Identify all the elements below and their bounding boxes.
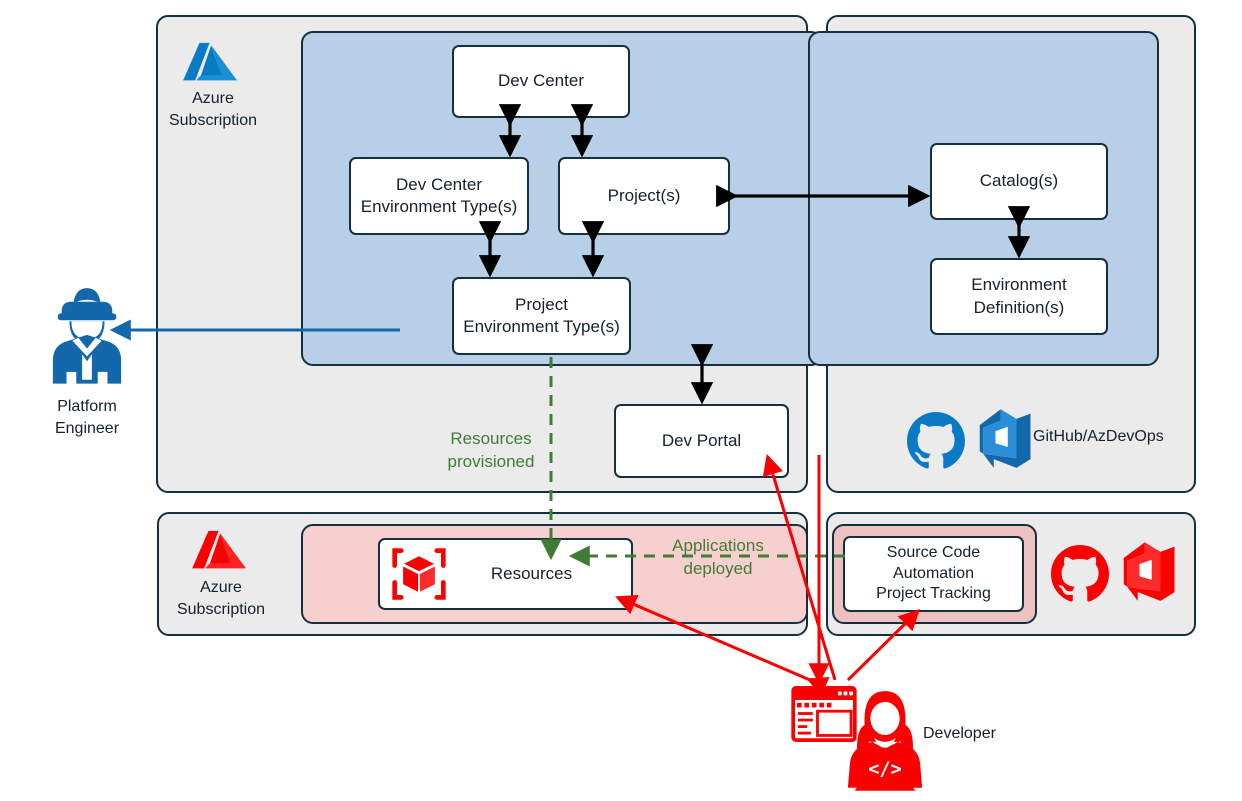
platform-engineer-label-line2: Engineer: [54, 419, 120, 437]
azure-logo-blue-icon: [181, 40, 243, 90]
resources-provisioned-label: Resources provisioned: [447, 429, 535, 471]
azure-resource-cube-icon: [389, 545, 449, 603]
azure-devops-icon-bottom: [1122, 541, 1178, 603]
node-source-code-automation-label: Source Code Automation Project Tracking: [876, 543, 991, 603]
node-environment-definitions-label: Environment Definition(s): [971, 275, 1067, 317]
applications-deployed-label: Applications deployed: [672, 536, 764, 578]
node-projects-label: Project(s): [607, 185, 681, 205]
node-project-environment-types[interactable]: Project Environment Type(s): [452, 277, 631, 355]
node-dev-center-label: Dev Center: [498, 71, 584, 91]
node-dev-portal[interactable]: Dev Portal: [614, 404, 789, 478]
platform-engineer-label-line1: Platform: [57, 398, 117, 415]
github-icon: [907, 412, 965, 470]
bottom-subscription-label: Azure Subscription: [158, 577, 284, 620]
node-resources-label: Resources: [490, 563, 573, 583]
node-dev-center-environment-types-label: Dev Center Environment Type(s): [360, 174, 518, 216]
node-dev-center[interactable]: Dev Center: [452, 45, 630, 118]
node-catalogs[interactable]: Catalog(s): [930, 143, 1108, 220]
developer-laptop-icon: </>: [843, 681, 927, 793]
engineer-hardhat-icon: [48, 276, 126, 384]
top-subscription-label: Azure Subscription: [150, 88, 276, 131]
azure-logo-red-icon: [190, 528, 252, 578]
node-catalogs-label: Catalog(s): [979, 171, 1059, 191]
svg-text:</>: </>: [868, 759, 902, 780]
bottom-subscription-label-line1: Azure: [200, 579, 242, 596]
node-environment-definitions[interactable]: Environment Definition(s): [930, 258, 1108, 335]
github-azdevops-label: GitHub/AzDevOps: [1033, 428, 1164, 445]
node-dev-portal-label: Dev Portal: [661, 430, 742, 450]
developer-label: Developer: [923, 725, 996, 742]
platform-engineer-label: Platform Engineer: [27, 396, 147, 439]
diagram-canvas: Azure Subscription Dev Center Dev Center…: [0, 0, 1242, 801]
node-source-code-automation[interactable]: Source Code Automation Project Tracking: [843, 536, 1024, 612]
node-projects[interactable]: Project(s): [558, 157, 730, 235]
top-subscription-label-line2: Subscription: [168, 111, 258, 129]
azure-devops-icon: [978, 408, 1034, 470]
node-dev-center-environment-types[interactable]: Dev Center Environment Type(s): [349, 157, 529, 235]
github-icon-bottom: [1051, 545, 1109, 603]
bottom-subscription-label-line2: Subscription: [176, 600, 266, 618]
top-subscription-label-line1: Azure: [192, 90, 234, 107]
node-project-environment-types-label: Project Environment Type(s): [463, 294, 620, 336]
